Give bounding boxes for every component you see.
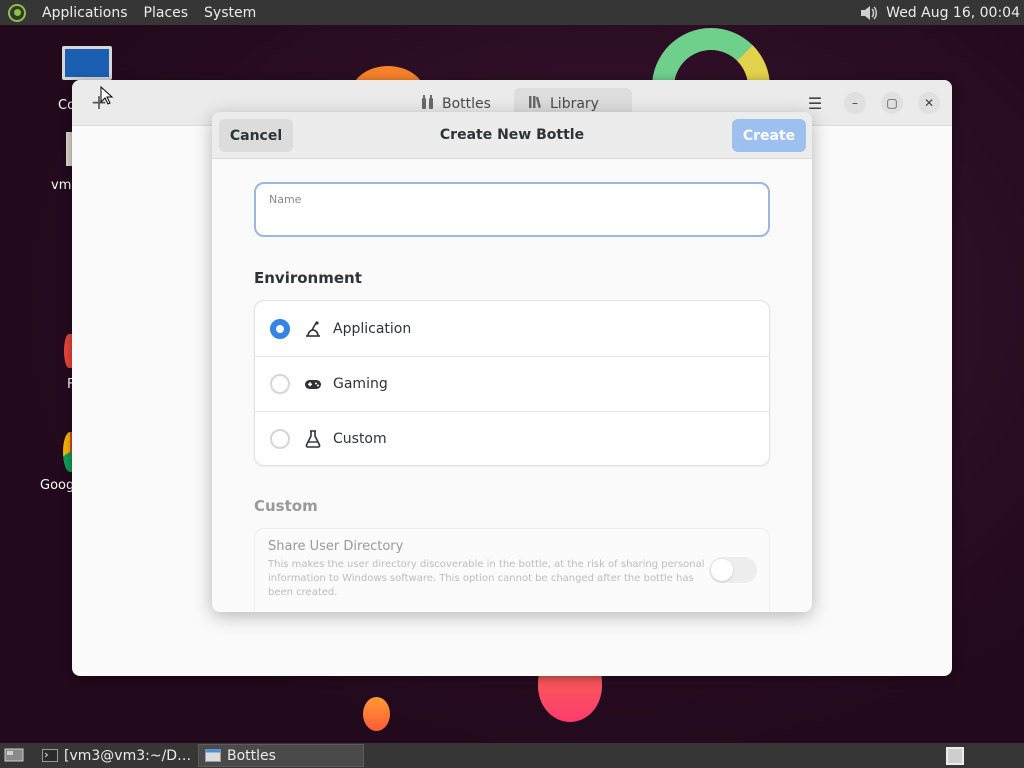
environment-option-application[interactable]: Application — [255, 301, 769, 356]
taskbar-item-terminal[interactable]: [vm3@vm3:~/Deskt... — [36, 744, 198, 767]
taskbar-item-label: [vm3@vm3:~/Deskt... — [64, 747, 192, 764]
application-icon — [304, 320, 322, 338]
wallpaper-shape — [363, 697, 390, 731]
workspace-switcher[interactable] — [946, 746, 964, 765]
dialog-title: Create New Bottle — [439, 127, 585, 143]
computer-icon[interactable] — [62, 46, 112, 80]
terminal-icon — [42, 749, 58, 762]
dialog-header: Cancel Create New Bottle Create — [212, 112, 812, 159]
close-icon[interactable]: ✕ — [918, 92, 940, 114]
radio-button[interactable] — [270, 374, 290, 394]
mouse-pointer-icon — [100, 86, 114, 105]
share-user-directory-row: Share User Directory This makes the user… — [254, 528, 770, 612]
top-panel: Applications Places System Wed Aug 16, 0… — [0, 0, 1024, 25]
radio-button[interactable] — [270, 429, 290, 449]
library-icon — [528, 94, 544, 114]
places-menu[interactable]: Places — [136, 5, 197, 21]
environment-option-gaming[interactable]: Gaming — [255, 356, 769, 411]
gnome-foot-icon[interactable] — [8, 3, 26, 22]
create-bottle-dialog: Cancel Create New Bottle Create Name Env… — [212, 112, 812, 612]
environment-option-custom[interactable]: Custom — [255, 411, 769, 466]
environment-label: Gaming — [333, 376, 388, 392]
share-user-directory-title: Share User Directory — [268, 539, 404, 554]
desktop-icon-label[interactable]: Goog — [40, 478, 74, 493]
volume-icon[interactable] — [858, 4, 880, 22]
name-input[interactable] — [268, 210, 758, 230]
environment-label: Application — [333, 320, 412, 337]
flask-icon — [304, 430, 322, 448]
show-desktop-icon[interactable] — [4, 747, 26, 765]
environment-list: Application Gaming Custom — [254, 300, 770, 466]
bottom-taskbar: [vm3@vm3:~/Deskt... Bottles — [0, 743, 1024, 768]
name-field-label: Name — [269, 193, 302, 206]
gamepad-icon — [304, 375, 322, 393]
name-field[interactable]: Name — [254, 182, 770, 237]
maximize-icon[interactable]: ▢ — [881, 92, 903, 114]
minimize-icon[interactable]: – — [844, 92, 866, 114]
create-button[interactable]: Create — [732, 119, 806, 152]
tab-bottles-label: Bottles — [442, 96, 491, 112]
custom-section-title: Custom — [254, 497, 318, 515]
dialog-body: Name Environment Application Gaming Cust… — [212, 159, 812, 612]
environment-label: Custom — [333, 431, 387, 447]
panel-tray: Wed Aug 16, 00:04 — [858, 4, 1024, 22]
bottles-icon — [420, 94, 436, 114]
taskbar-item-bottles[interactable]: Bottles — [198, 744, 364, 767]
hamburger-menu-icon[interactable]: ☰ — [804, 92, 826, 114]
environment-section-title: Environment — [254, 269, 362, 287]
window-icon — [205, 749, 221, 762]
radio-button-checked[interactable] — [270, 318, 290, 339]
system-menu[interactable]: System — [196, 5, 264, 21]
applications-menu[interactable]: Applications — [34, 5, 136, 21]
clock[interactable]: Wed Aug 16, 00:04 — [886, 5, 1020, 21]
tab-library-label: Library — [550, 96, 599, 112]
share-user-directory-description: This makes the user directory discoverab… — [268, 559, 705, 598]
share-user-directory-toggle[interactable] — [709, 557, 757, 583]
cancel-button[interactable]: Cancel — [219, 119, 293, 152]
taskbar-item-label: Bottles — [227, 747, 276, 764]
